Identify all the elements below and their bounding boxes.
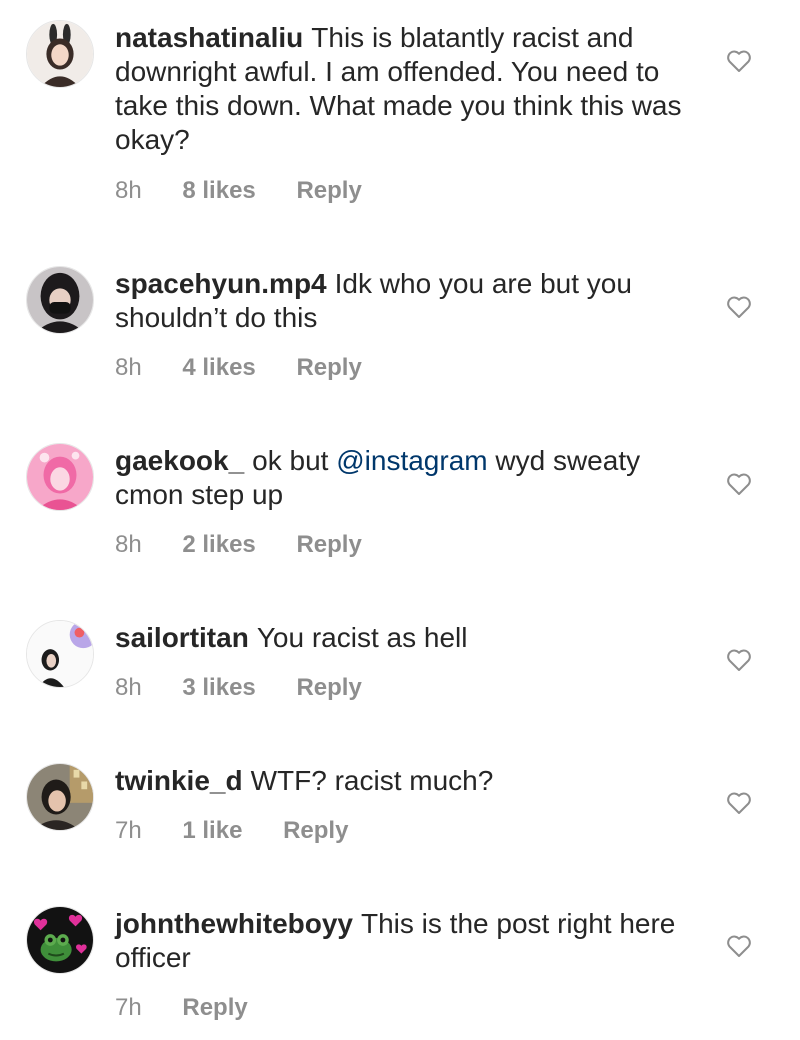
comment-username[interactable]: johnthewhiteboyy xyxy=(115,908,353,939)
comment-body: WTF? racist much? xyxy=(250,765,494,796)
profile-photo xyxy=(27,764,93,830)
comment-username[interactable]: natashatinaliu xyxy=(115,22,303,53)
comment-time: 8h xyxy=(115,674,142,701)
profile-photo xyxy=(27,907,93,973)
comment-likes[interactable]: 8 likes xyxy=(182,177,255,205)
comment-username[interactable]: gaekook_ xyxy=(115,445,244,476)
comment-text: spacehyun.mp4 Idk who you are but you sho… xyxy=(115,267,695,335)
comment-meta: 8h 8 likes Reply xyxy=(115,177,362,205)
comment-text: twinkie_d WTF? racist much? xyxy=(115,764,695,798)
profile-photo xyxy=(27,444,93,510)
heart-icon[interactable] xyxy=(726,791,752,815)
comment-meta: 7h Reply xyxy=(115,994,248,1022)
comment-meta: 8h 2 likes Reply xyxy=(115,531,362,559)
heart-icon[interactable] xyxy=(726,295,752,319)
comment-time: 8h xyxy=(115,531,142,558)
comment-username[interactable]: sailortitan xyxy=(115,622,249,653)
heart-icon[interactable] xyxy=(726,49,752,73)
comment-meta: 7h 1 like Reply xyxy=(115,817,348,845)
comment-meta: 8h 3 likes Reply xyxy=(115,674,362,702)
avatar[interactable] xyxy=(26,763,94,831)
comment-text: johnthewhiteboyy This is the post right h… xyxy=(115,907,695,975)
reply-button[interactable]: Reply xyxy=(283,817,348,845)
comment-text: gaekook_ ok but @instagram wyd sweaty cmo… xyxy=(115,444,695,512)
comment-likes[interactable]: 4 likes xyxy=(182,354,255,382)
comment-username[interactable]: twinkie_d xyxy=(115,765,243,796)
comment-likes[interactable]: 2 likes xyxy=(182,531,255,559)
reply-button[interactable]: Reply xyxy=(296,674,361,702)
mention-link[interactable]: @instagram xyxy=(336,445,487,476)
profile-photo xyxy=(27,621,93,687)
comment-username[interactable]: spacehyun.mp4 xyxy=(115,268,327,299)
avatar[interactable] xyxy=(26,266,94,334)
reply-button[interactable]: Reply xyxy=(182,994,247,1022)
heart-icon[interactable] xyxy=(726,934,752,958)
profile-photo xyxy=(27,267,93,333)
reply-button[interactable]: Reply xyxy=(296,354,361,382)
avatar[interactable] xyxy=(26,443,94,511)
reply-button[interactable]: Reply xyxy=(296,177,361,205)
profile-photo xyxy=(27,21,93,87)
avatar[interactable] xyxy=(26,906,94,974)
avatar[interactable] xyxy=(26,620,94,688)
comment-body: You racist as hell xyxy=(256,622,468,653)
comment-text: sailortitan You racist as hell xyxy=(115,621,695,655)
heart-icon[interactable] xyxy=(726,648,752,672)
comment-meta: 8h 4 likes Reply xyxy=(115,354,362,382)
heart-icon[interactable] xyxy=(726,472,752,496)
comment-body: ok but xyxy=(252,445,329,476)
comment-likes[interactable]: 1 like xyxy=(182,817,242,845)
avatar[interactable] xyxy=(26,20,94,88)
comment-text: natashatinaliu This is blatantly racist a… xyxy=(115,21,695,157)
comment-time: 7h xyxy=(115,994,142,1021)
comment-time: 8h xyxy=(115,354,142,381)
comment-likes[interactable]: 3 likes xyxy=(182,674,255,702)
comment-time: 7h xyxy=(115,817,142,844)
reply-button[interactable]: Reply xyxy=(296,531,361,559)
comment-time: 8h xyxy=(115,177,142,204)
